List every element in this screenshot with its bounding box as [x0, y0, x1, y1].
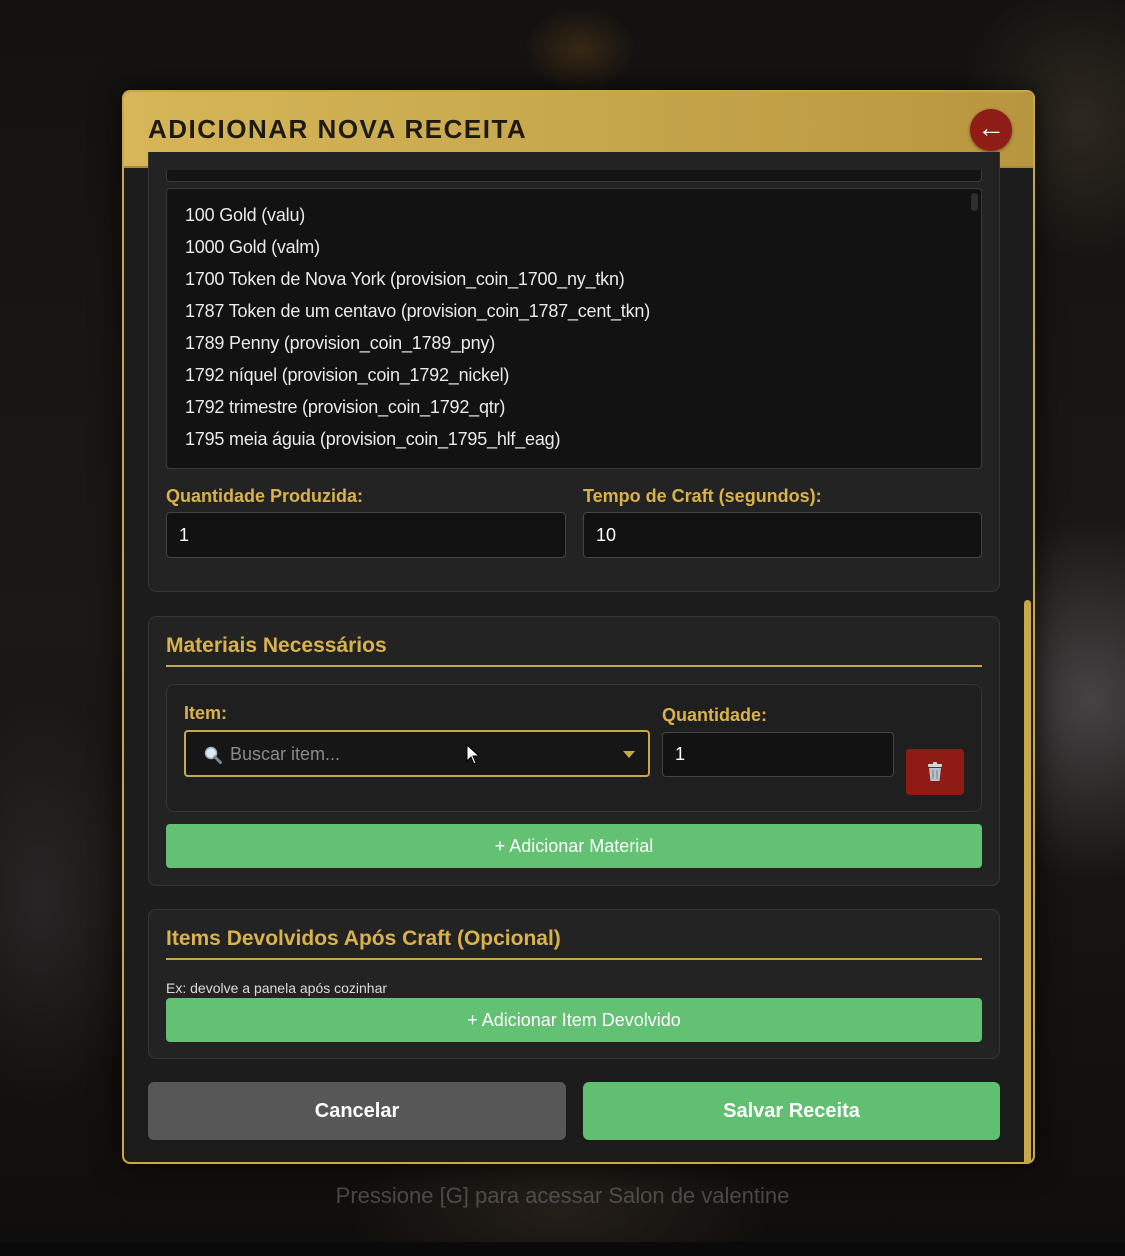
material-item-select[interactable]: Buscar item...	[184, 730, 650, 777]
list-item[interactable]: 1000 Gold (valm)	[167, 231, 981, 263]
materials-title-rule	[166, 665, 982, 667]
chevron-down-icon	[623, 751, 635, 758]
interaction-hint: Pressione [G] para acessar Salon de vale…	[335, 1183, 790, 1208]
craft-time-input[interactable]: 10	[583, 512, 982, 558]
cancel-button[interactable]: Cancelar	[148, 1082, 566, 1140]
result-item-list[interactable]: 100 Gold (valu) 1000 Gold (valm) 1700 To…	[166, 188, 982, 469]
list-item[interactable]: 1792 níquel (provision_coin_1792_nickel)	[167, 359, 981, 391]
material-quantity-input[interactable]: 1	[662, 732, 894, 777]
list-item[interactable]: 1700 Token de Nova York (provision_coin_…	[167, 263, 981, 295]
list-item[interactable]: 1792 trimestre (provision_coin_1792_qtr)	[167, 391, 981, 423]
list-item-partial[interactable]	[167, 455, 981, 468]
material-search-placeholder: Buscar item...	[230, 744, 341, 764]
save-recipe-button[interactable]: Salvar Receita	[583, 1082, 1000, 1140]
add-returned-item-button[interactable]: + Adicionar Item Devolvido	[166, 998, 982, 1042]
add-recipe-modal: ADICIONAR NOVA RECEITA ← 100 Gold (valu)…	[122, 90, 1035, 1164]
list-item[interactable]: 1787 Token de um centavo (provision_coin…	[167, 295, 981, 327]
material-quantity-label: Quantidade:	[662, 705, 768, 725]
back-arrow-button[interactable]: ←	[970, 109, 1012, 151]
returned-items-title: Items Devolvidos Após Craft (Opcional)	[166, 927, 561, 950]
quantity-produced-label: Quantidade Produzida:	[166, 486, 364, 506]
add-material-button[interactable]: + Adicionar Material	[166, 824, 982, 868]
arrow-left-icon: ←	[977, 112, 1005, 143]
list-scrollbar[interactable]	[971, 193, 978, 211]
list-item[interactable]: 1789 Penny (provision_coin_1789_pny)	[167, 327, 981, 359]
modal-title: ADICIONAR NOVA RECEITA	[148, 113, 528, 144]
materials-section-title: Materiais Necessários	[166, 634, 387, 657]
quantity-produced-input[interactable]: 1	[166, 512, 566, 558]
magnifier-icon	[204, 746, 222, 764]
modal-scrollbar-thumb[interactable]	[1024, 600, 1031, 1162]
list-item[interactable]: 1795 meia águia (provision_coin_1795_hlf…	[167, 423, 981, 455]
modal-scrollbar[interactable]	[1022, 170, 1032, 1162]
list-item[interactable]: 100 Gold (valu)	[167, 199, 981, 231]
craft-time-label: Tempo de Craft (segundos):	[583, 486, 822, 506]
remove-material-button[interactable]	[906, 749, 964, 795]
search-field-bottom-edge	[166, 170, 982, 182]
returned-items-hint: Ex: devolve a panela após cozinhar	[166, 980, 388, 996]
material-item-label: Item:	[184, 703, 228, 723]
trash-icon	[928, 762, 942, 781]
returned-title-rule	[166, 958, 982, 960]
screen-bottom-band	[0, 1242, 1125, 1256]
mouse-cursor-icon	[466, 744, 481, 765]
